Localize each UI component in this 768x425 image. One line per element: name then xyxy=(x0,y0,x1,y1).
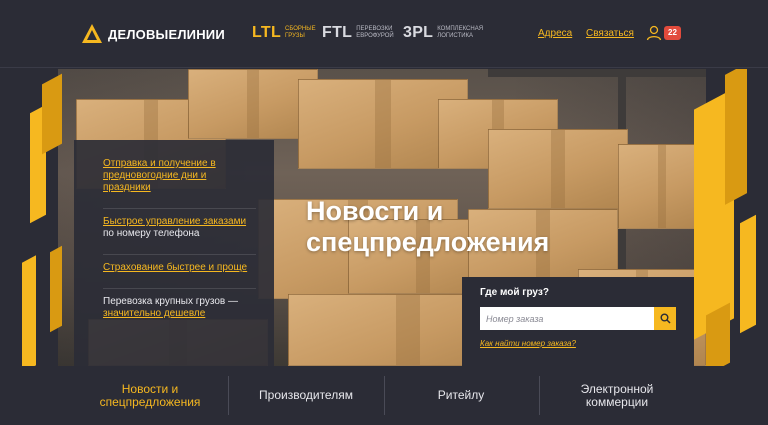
nav-divider xyxy=(539,376,540,415)
site-header: ДЕЛОВЫЕЛИНИИ LTL СБОРНЫЕ ГРУЗЫ FTL ПЕРЕВ… xyxy=(0,0,768,68)
company-logo[interactable]: ДЕЛОВЫЕЛИНИИ xyxy=(81,20,225,48)
hero-title-line: Новости и xyxy=(306,196,444,226)
service-description: КОМПЛЕКСНАЯ ЛОГИСТИКА xyxy=(437,26,484,39)
news-item: Отправка и получение в предновогодние дн… xyxy=(103,158,256,201)
news-panel: Отправка и получение в предновогодние дн… xyxy=(74,140,274,366)
nav-item-retail[interactable]: Ритейлу xyxy=(395,366,527,425)
nav-item-label: Электронной коммерции xyxy=(580,381,654,409)
notifications-badge[interactable]: 22 xyxy=(664,26,681,40)
addresses-link[interactable]: Адреса xyxy=(538,28,572,39)
service-ltl[interactable]: LTL СБОРНЫЕ ГРУЗЫ xyxy=(252,24,333,42)
news-item: Быстрое управление заказами по номеру те… xyxy=(103,208,256,247)
nav-item-news[interactable]: Новости и спецпредложения xyxy=(84,366,216,425)
nav-divider xyxy=(384,376,385,415)
news-link[interactable]: Отправка и получение в предновогодние дн… xyxy=(103,158,216,193)
user-icon[interactable] xyxy=(646,25,662,41)
search-button[interactable] xyxy=(654,307,676,330)
news-link[interactable]: Быстрое управление заказами xyxy=(103,216,246,227)
service-ftl[interactable]: FTL ПЕРЕВОЗКИ ЕВРОФУРОЙ xyxy=(322,24,404,42)
bottom-navigation: Новости и спецпредложения Производителям… xyxy=(0,366,768,425)
news-text: Перевозка крупных грузов — xyxy=(103,296,238,307)
page: ДЕЛОВЫЕЛИНИИ LTL СБОРНЫЕ ГРУЗЫ FTL ПЕРЕВ… xyxy=(0,0,768,425)
tracking-form xyxy=(480,307,676,330)
service-code: 3PL xyxy=(403,24,434,41)
tracking-widget: Где мой груз? Как найти номер заказа? xyxy=(462,277,694,366)
nav-item-label: Новости и спецпредложения xyxy=(99,381,201,409)
find-order-number-link[interactable]: Как найти номер заказа? xyxy=(480,339,676,348)
tracking-title: Где мой груз? xyxy=(480,287,549,298)
nav-divider xyxy=(228,376,229,415)
service-3pl[interactable]: 3PL КОМПЛЕКСНАЯ ЛОГИСТИКА xyxy=(403,24,485,42)
logo-icon xyxy=(82,24,102,43)
contact-link[interactable]: Связаться xyxy=(586,28,634,39)
service-description: ПЕРЕВОЗКИ ЕВРОФУРОЙ xyxy=(356,26,394,39)
news-link[interactable]: Страхование быстрее и проще xyxy=(103,262,247,273)
nav-item-manufacturers[interactable]: Производителям xyxy=(240,366,372,425)
nav-item-label: Ритейлу xyxy=(437,388,485,402)
order-number-input[interactable] xyxy=(480,307,654,330)
service-code: FTL xyxy=(322,24,353,41)
news-text: по номеру телефона xyxy=(103,228,200,239)
logo-text: ДЕЛОВЫЕЛИНИИ xyxy=(108,26,225,42)
search-icon xyxy=(660,313,671,324)
news-item: Перевозка крупных грузов — значительно д… xyxy=(103,288,256,327)
nav-item-label: Производителям xyxy=(259,388,353,402)
service-code: LTL xyxy=(252,24,282,41)
hero-title-line: спецпредложения xyxy=(306,227,550,257)
news-link[interactable]: значительно дешевле xyxy=(103,308,205,319)
nav-item-ecommerce[interactable]: Электронной коммерции xyxy=(551,366,683,425)
news-item: Страхование быстрее и проще xyxy=(103,254,256,281)
hero-title: Новости и спецпредложения xyxy=(306,196,549,258)
